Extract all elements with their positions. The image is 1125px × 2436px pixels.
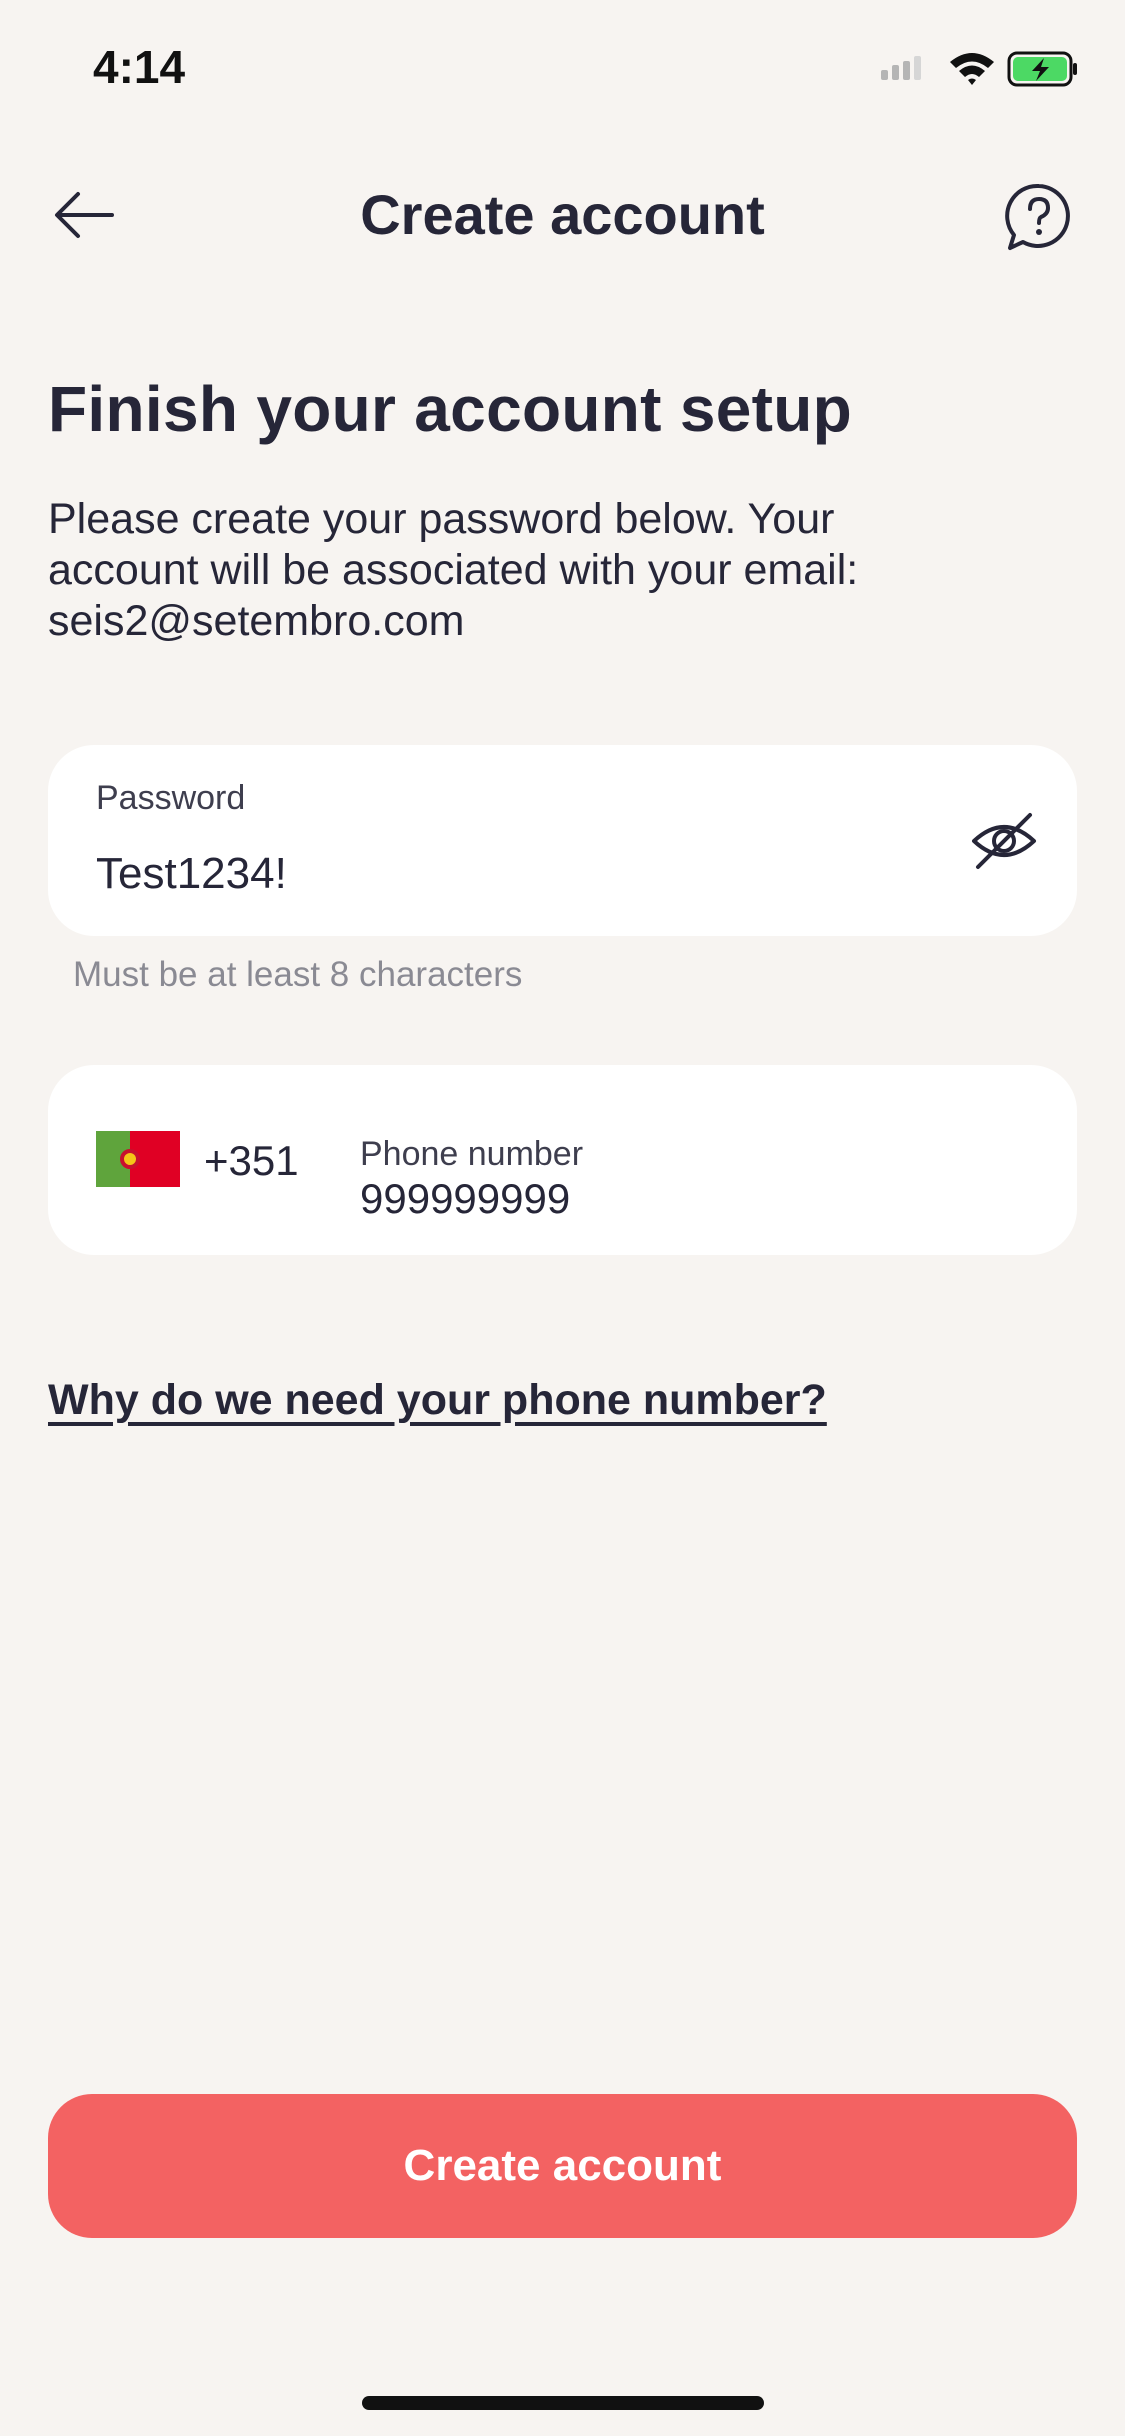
wifi-icon: [950, 53, 994, 85]
portugal-flag-icon[interactable]: [96, 1131, 180, 1187]
intro-text: Please create your password below. Your …: [48, 494, 1048, 647]
phone-field-card[interactable]: +351 Phone number: [48, 1065, 1077, 1255]
home-indicator[interactable]: [362, 2396, 764, 2410]
help-bubble-icon: [1005, 183, 1070, 250]
status-icons: [881, 51, 1077, 87]
toggle-password-visibility-button[interactable]: [968, 805, 1040, 877]
country-dial-code[interactable]: +351: [204, 1137, 299, 1185]
section-heading: Finish your account setup: [48, 373, 853, 445]
why-phone-number-link[interactable]: Why do we need your phone number?: [48, 1376, 827, 1425]
account-email: seis2@setembro.com: [48, 597, 465, 645]
battery-charging-icon: [1007, 51, 1077, 87]
intro-line: Please create your password below. Your: [48, 495, 835, 543]
password-field-card[interactable]: Password: [48, 745, 1077, 936]
help-button[interactable]: [1004, 182, 1074, 252]
phone-input[interactable]: [360, 1175, 1010, 1223]
phone-label: Phone number: [360, 1135, 584, 1173]
status-time: 4:14: [93, 41, 186, 93]
page-title: Create account: [360, 183, 765, 246]
flag-emblem: [120, 1149, 140, 1169]
intro-line: account will be associated with your ema…: [48, 546, 859, 594]
eye-off-icon: [972, 813, 1036, 869]
password-hint: Must be at least 8 characters: [73, 955, 523, 994]
password-input[interactable]: [96, 849, 916, 899]
create-account-screen: 4:14 Create account Finish your account …: [0, 0, 1125, 2436]
cellular-signal-icon: [881, 56, 921, 80]
password-label: Password: [96, 779, 246, 817]
create-account-button[interactable]: Create account: [48, 2094, 1077, 2238]
